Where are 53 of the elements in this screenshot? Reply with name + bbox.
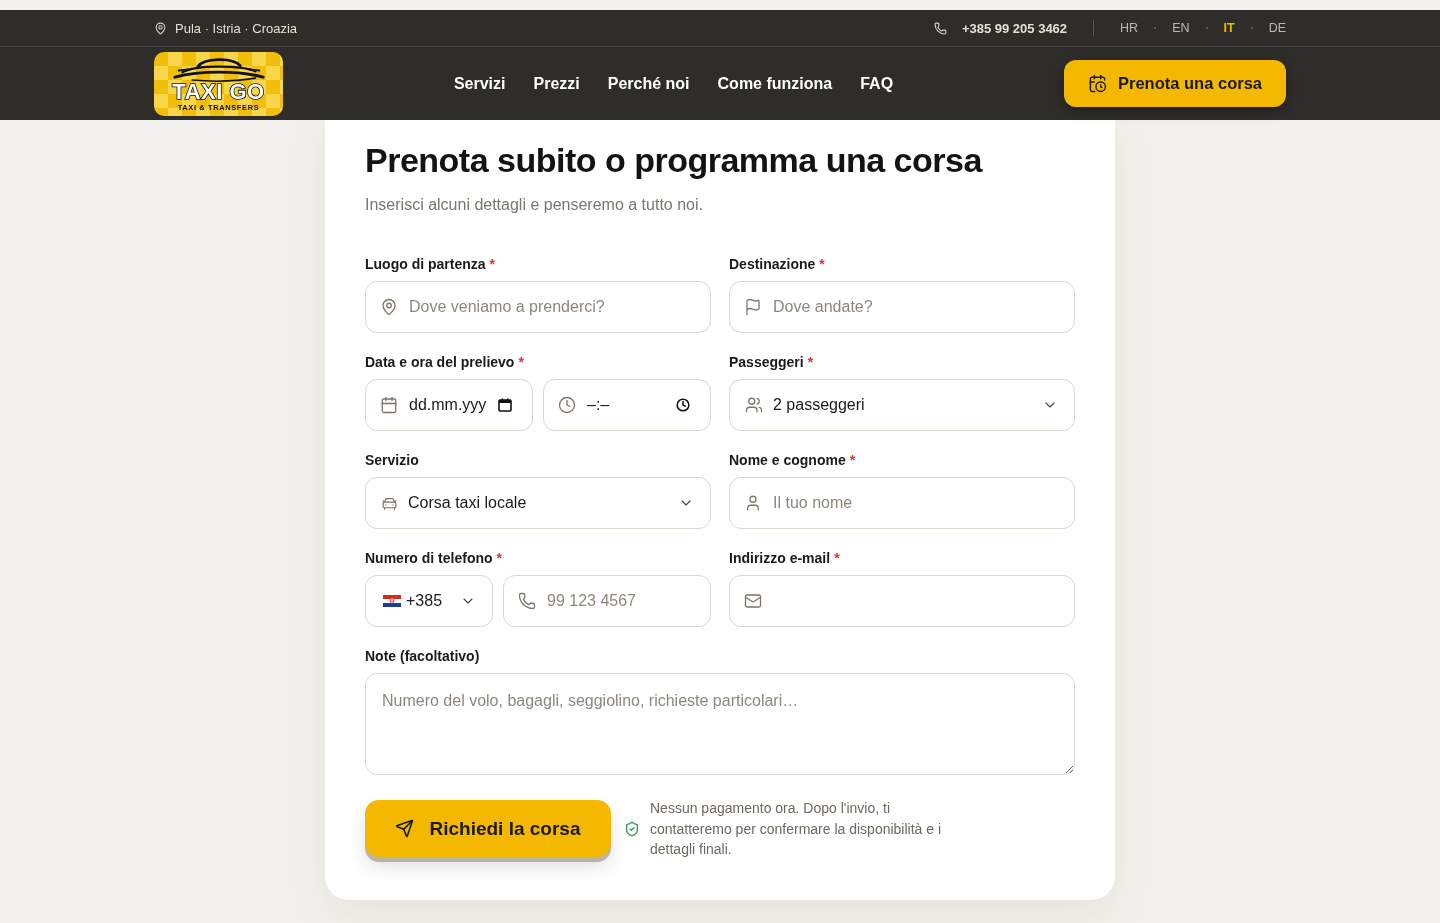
car-icon: [170, 56, 267, 82]
calendar-clock-icon: [1088, 74, 1107, 93]
users-icon: [745, 396, 763, 414]
pickup-field[interactable]: Dove veniamo a prenderci?: [365, 281, 711, 333]
location-pin-icon: [154, 21, 167, 35]
language-link[interactable]: DE: [1268, 21, 1286, 35]
field-label: Luogo di partenza *: [365, 256, 496, 273]
flag-icon: [744, 298, 762, 316]
field-label: Indirizzo e-mail *: [729, 550, 841, 567]
nav-link[interactable]: FAQ: [860, 74, 894, 93]
clock-icon[interactable]: [676, 398, 690, 412]
nav-link[interactable]: Perché noi: [607, 74, 690, 93]
field-label: Passeggeri *: [729, 354, 815, 371]
time-field[interactable]: –:–: [543, 379, 711, 431]
nav-link[interactable]: Come funziona: [717, 74, 833, 93]
field-label: Nome e cognome *: [729, 452, 857, 469]
language-link[interactable]: EN: [1172, 21, 1190, 35]
passengers-select[interactable]: 2 passeggeri: [729, 379, 1075, 431]
language-link[interactable]: IT: [1223, 21, 1235, 35]
phone-field[interactable]: 99 123 4567: [503, 575, 711, 627]
phone-icon: [518, 592, 536, 610]
field-label: Servizio: [365, 452, 420, 469]
shield-check-icon: [624, 820, 640, 837]
service-select[interactable]: Corsa taxi locale: [365, 477, 711, 529]
logo-title: TAXI GO: [172, 82, 265, 102]
phone-number[interactable]: +385 99 205 3462: [961, 20, 1068, 36]
date-field[interactable]: dd.mm.yyy: [365, 379, 533, 431]
field-label: Note (facoltativo): [365, 648, 481, 665]
name-field[interactable]: Il tuo nome: [729, 477, 1075, 529]
mail-icon: [744, 592, 762, 610]
field-label: Data e ora del prelievo *: [365, 354, 525, 371]
phone-icon: [933, 21, 947, 35]
disclaimer-text: Nessun pagamento ora. Dopo l'invio, ti contatteremo per confermare la disponibilità e i dettagli finali.: [650, 799, 943, 859]
send-icon: [395, 819, 415, 839]
field-label: Destinazione *: [729, 256, 826, 273]
email-field[interactable]: [729, 575, 1075, 627]
flag-icon: [383, 595, 401, 607]
map-pin-icon: [380, 298, 398, 316]
nav-link[interactable]: Prezzi: [533, 74, 580, 93]
calendar-icon[interactable]: [498, 398, 512, 412]
notes-field[interactable]: Numero del volo, bagagli, seggiolino, richieste particolari…: [365, 673, 1075, 775]
nav-link[interactable]: Servizi: [453, 74, 506, 93]
field-label: Numero di telefono *: [365, 550, 503, 567]
form-title: Prenota subito o programma una corsa: [365, 140, 984, 181]
book-ride-button[interactable]: Prenota una corsa: [1064, 60, 1286, 107]
user-icon: [744, 494, 762, 512]
country-code-select[interactable]: +385: [365, 575, 493, 627]
location-text: Pula · Istria · Croazia: [175, 20, 298, 36]
destination-field[interactable]: Dove andate?: [729, 281, 1075, 333]
clock-icon: [558, 396, 576, 414]
calendar-icon: [380, 396, 398, 414]
language-link[interactable]: HR: [1120, 21, 1139, 35]
form-subtitle: Inserisci alcuni dettagli e penseremo a tutto noi.: [365, 195, 704, 215]
